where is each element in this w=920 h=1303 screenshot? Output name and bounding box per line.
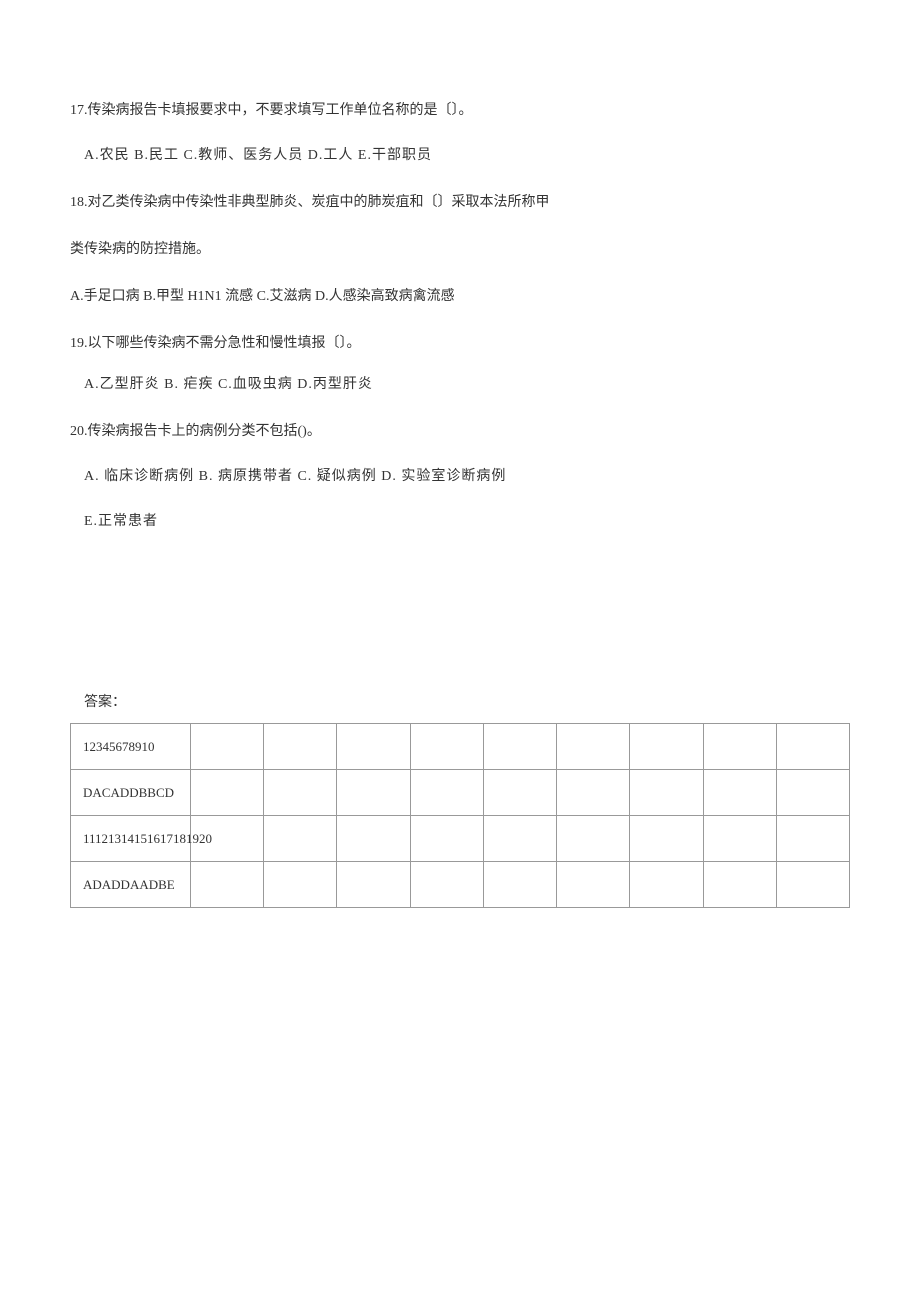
- cell-empty: [557, 816, 630, 862]
- cell-empty: [630, 862, 703, 908]
- question-options: A.乙型肝炎 B. 疟疾 C.血吸虫病 D.丙型肝炎: [70, 374, 850, 395]
- cell-answers-2: ADADDAADBE: [71, 862, 191, 908]
- question-20: 20.传染病报告卡上的病例分类不包括()。 A. 临床诊断病例 B. 病原携带者…: [70, 421, 850, 532]
- cell-numbers-1: 12345678910: [71, 724, 191, 770]
- cell-empty: [191, 862, 264, 908]
- cell-empty: [264, 816, 337, 862]
- question-body: 传染病报告卡上的病例分类不包括()。: [88, 424, 321, 439]
- question-options: A. 临床诊断病例 B. 病原携带者 C. 疑似病例 D. 实验室诊断病例: [70, 466, 850, 487]
- question-body: 以下哪些传染病不需分急性和慢性填报〔〕。: [88, 336, 361, 351]
- question-19: 19.以下哪些传染病不需分急性和慢性填报〔〕。 A.乙型肝炎 B. 疟疾 C.血…: [70, 333, 850, 395]
- cell-empty: [557, 724, 630, 770]
- question-text: 17.传染病报告卡填报要求中，不要求填写工作单位名称的是〔〕。: [70, 100, 850, 121]
- cell-empty: [337, 770, 410, 816]
- question-text: 19.以下哪些传染病不需分急性和慢性填报〔〕。: [70, 333, 850, 354]
- table-row: ADADDAADBE: [71, 862, 850, 908]
- cell-empty: [337, 862, 410, 908]
- cell-empty: [483, 724, 556, 770]
- cell-empty: [557, 770, 630, 816]
- answer-table: 12345678910 DACADDBBCD 11121314151617181…: [70, 723, 850, 908]
- cell-empty: [483, 816, 556, 862]
- question-text: 18.对乙类传染病中传染性非典型肺炎、炭疽中的肺炭疽和〔〕采取本法所称甲: [70, 192, 850, 213]
- question-body: 对乙类传染病中传染性非典型肺炎、炭疽中的肺炭疽和〔〕采取本法所称甲: [88, 195, 550, 210]
- cell-empty: [703, 770, 776, 816]
- cell-empty: [410, 770, 483, 816]
- table-row: 12345678910: [71, 724, 850, 770]
- question-number: 19.: [70, 336, 88, 351]
- cell-empty: [557, 862, 630, 908]
- cell-numbers-2: 11121314151617181920: [71, 816, 191, 862]
- cell-empty: [776, 770, 849, 816]
- table-row: DACADDBBCD: [71, 770, 850, 816]
- cell-empty: [776, 862, 849, 908]
- question-18: 18.对乙类传染病中传染性非典型肺炎、炭疽中的肺炭疽和〔〕采取本法所称甲: [70, 192, 850, 213]
- cell-empty: [703, 862, 776, 908]
- question-text: 20.传染病报告卡上的病例分类不包括()。: [70, 421, 850, 442]
- cell-empty: [776, 724, 849, 770]
- cell-empty: [410, 862, 483, 908]
- question-options-line2: E.正常患者: [70, 511, 850, 532]
- question-number: 20.: [70, 424, 88, 439]
- cell-empty: [337, 816, 410, 862]
- table-row: 11121314151617181920: [71, 816, 850, 862]
- question-number: 18.: [70, 195, 88, 210]
- cell-empty: [264, 724, 337, 770]
- cell-empty: [630, 724, 703, 770]
- answer-label: 答案：: [70, 692, 850, 713]
- question-17: 17.传染病报告卡填报要求中，不要求填写工作单位名称的是〔〕。 A.农民 B.民…: [70, 100, 850, 166]
- cell-empty: [703, 816, 776, 862]
- question-continuation: 类传染病的防控措施。: [70, 239, 850, 260]
- cell-empty: [776, 816, 849, 862]
- question-number: 17.: [70, 103, 88, 118]
- cell-answers-1: DACADDBBCD: [71, 770, 191, 816]
- cell-empty: [191, 724, 264, 770]
- cell-empty: [630, 770, 703, 816]
- cell-empty: [703, 724, 776, 770]
- cell-empty: [264, 862, 337, 908]
- cell-empty: [630, 816, 703, 862]
- cell-empty: [337, 724, 410, 770]
- question-options: A.手足口病 B.甲型 H1N1 流感 C.艾滋病 D.人感染高致病禽流感: [70, 286, 850, 307]
- cell-empty: [264, 770, 337, 816]
- cell-empty: [410, 724, 483, 770]
- cell-empty: [410, 816, 483, 862]
- cell-empty: [191, 770, 264, 816]
- cell-empty: [483, 770, 556, 816]
- question-body: 传染病报告卡填报要求中，不要求填写工作单位名称的是〔〕。: [88, 103, 473, 118]
- question-options: A.农民 B.民工 C.教师、医务人员 D.工人 E.干部职员: [70, 145, 850, 166]
- cell-empty: [483, 862, 556, 908]
